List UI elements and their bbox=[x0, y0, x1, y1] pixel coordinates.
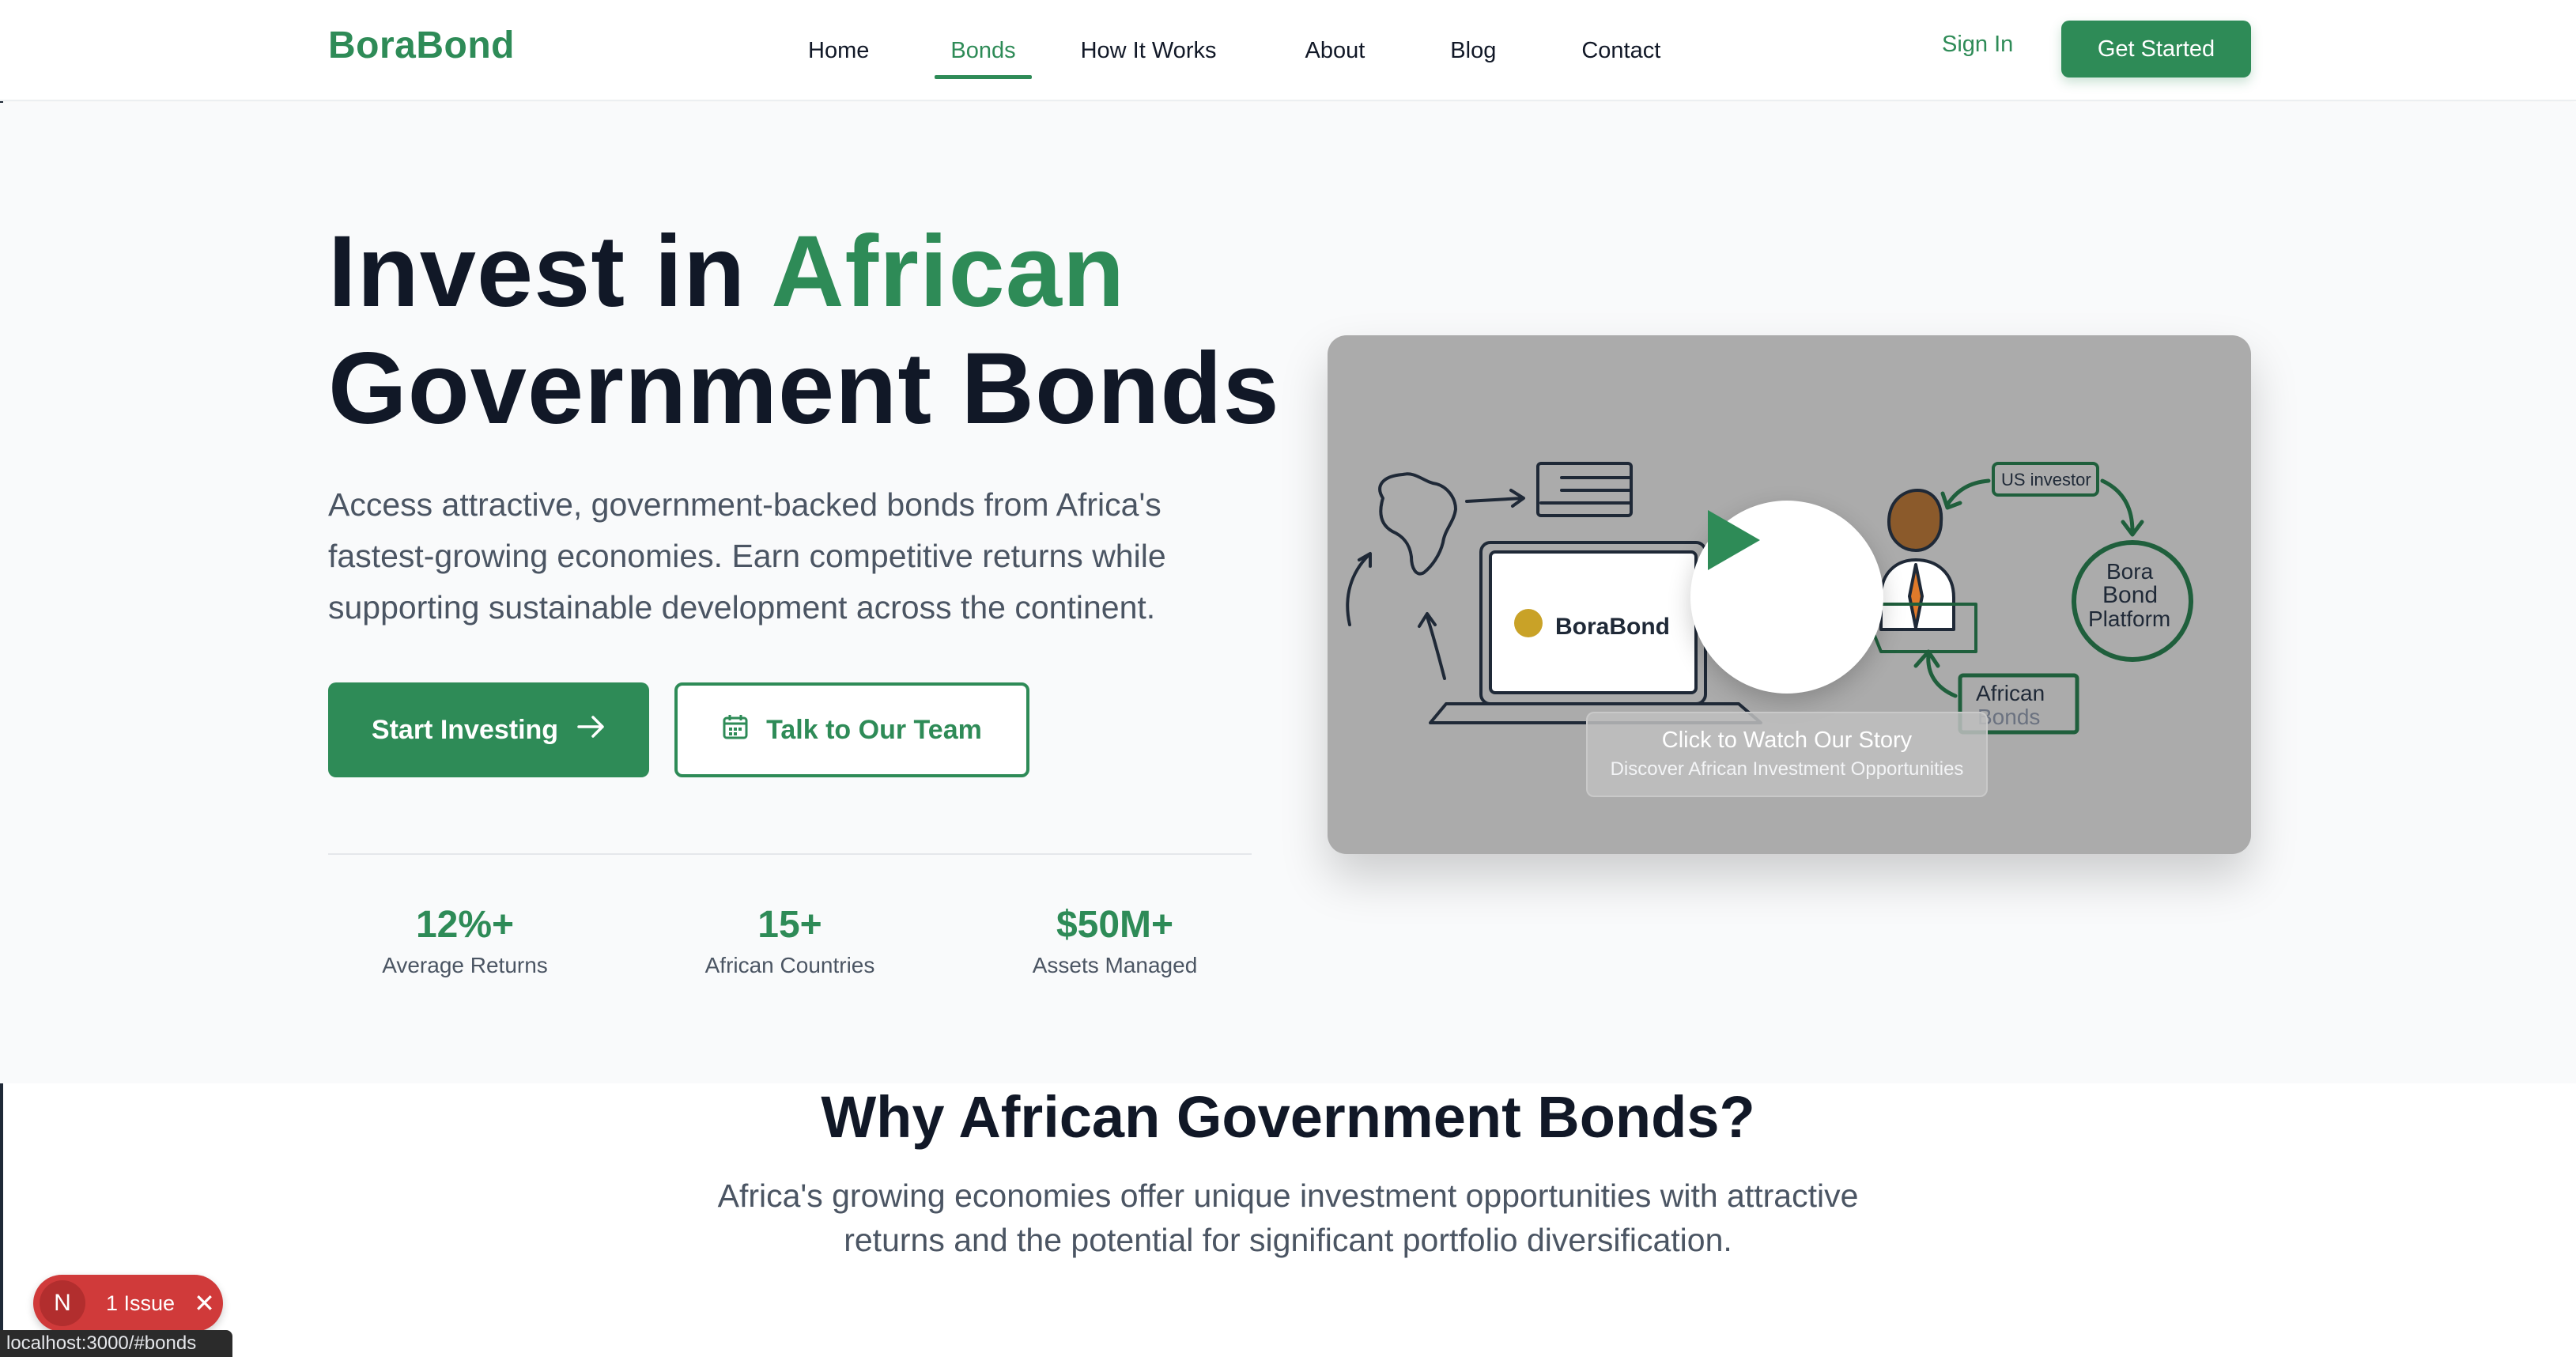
platform-line1-text: Bora bbox=[2106, 559, 2154, 584]
nextjs-logo-icon: N bbox=[40, 1280, 85, 1326]
stat-label: Average Returns bbox=[382, 953, 548, 977]
video-caption: Click to Watch Our Story Discover Africa… bbox=[1586, 712, 1988, 797]
get-started-button[interactable]: Get Started bbox=[2061, 21, 2251, 77]
nav-link-home[interactable]: Home bbox=[792, 0, 885, 101]
hero-section: Invest in African Government Bonds Acces… bbox=[0, 103, 2576, 1083]
stat-value: $50M+ bbox=[1056, 904, 1174, 946]
arrow-up-left-icon bbox=[1346, 552, 1372, 626]
stat-label: Assets Managed bbox=[1032, 953, 1198, 977]
nav-link-about[interactable]: About bbox=[1289, 0, 1381, 101]
arrow-right-icon bbox=[1465, 489, 1525, 508]
play-button[interactable] bbox=[1690, 501, 1883, 694]
dev-issues-badge[interactable]: N 1 Issue ✕ bbox=[33, 1275, 223, 1332]
african-bonds-line1-text: African bbox=[1976, 681, 2045, 705]
why-section-title: Why African Government Bonds? bbox=[821, 1084, 1755, 1150]
start-investing-label: Start Investing bbox=[371, 714, 559, 745]
top-navigation: BoraBond Home Bonds How It Works About B… bbox=[0, 0, 2576, 101]
platform-line3-text: Platform bbox=[2088, 607, 2170, 631]
stat-african-countries: 15+ African Countries bbox=[655, 903, 924, 978]
video-player[interactable]: BoraBond US investor Bora Bond Platform … bbox=[1328, 335, 2251, 854]
stat-value: 15+ bbox=[757, 904, 822, 946]
stat-assets-managed: $50M+ Assets Managed bbox=[980, 903, 1249, 978]
status-bar-url: localhost:3000/#bonds bbox=[0, 1330, 232, 1357]
nav-link-blog[interactable]: Blog bbox=[1434, 0, 1512, 101]
calendar-icon bbox=[722, 713, 749, 747]
issue-count-label: 1 Issue bbox=[106, 1291, 176, 1315]
us-investor-text: US investor bbox=[2001, 470, 2091, 490]
hero-title: Invest in African Government Bonds bbox=[328, 214, 1280, 448]
platform-line2-text: Bond bbox=[2102, 582, 2158, 608]
stat-value: 12%+ bbox=[415, 904, 515, 946]
caption-title: Click to Watch Our Story bbox=[1661, 728, 1913, 753]
sign-in-link[interactable]: Sign In bbox=[1942, 32, 2013, 58]
nav-link-how-it-works[interactable]: How It Works bbox=[1065, 0, 1233, 101]
stats-divider bbox=[328, 853, 1252, 855]
nav-link-contact[interactable]: Contact bbox=[1566, 0, 1676, 101]
stat-label: African Countries bbox=[704, 953, 875, 977]
talk-to-team-button[interactable]: Talk to Our Team bbox=[674, 682, 1029, 777]
hero-title-highlight: African bbox=[771, 215, 1126, 328]
laptop-brand-text: BoraBond bbox=[1555, 614, 1670, 640]
talk-to-team-label: Talk to Our Team bbox=[766, 714, 982, 745]
brand-logo[interactable]: BoraBond bbox=[328, 24, 515, 67]
why-section-text: Africa's growing economies offer unique … bbox=[717, 1177, 1859, 1258]
hero-description: Access attractive, government-backed bon… bbox=[328, 486, 1166, 626]
investor-avatar-icon bbox=[1887, 489, 1943, 552]
nav-link-bonds[interactable]: Bonds bbox=[935, 0, 1032, 101]
close-icon[interactable]: ✕ bbox=[194, 1288, 215, 1318]
start-investing-button[interactable]: Start Investing bbox=[328, 682, 649, 777]
caption-subtitle: Discover African Investment Opportunitie… bbox=[1610, 758, 1964, 780]
hero-title-part1: Invest in bbox=[328, 215, 772, 328]
arrow-right-icon bbox=[577, 715, 606, 746]
africa-map-icon bbox=[1378, 472, 1457, 576]
hero-title-line2: Government Bonds bbox=[328, 332, 1280, 445]
stat-average-returns: 12%+ Average Returns bbox=[330, 903, 599, 978]
arrow-up-icon bbox=[1418, 612, 1446, 680]
nav-links: Home Bonds How It Works About Blog Conta… bbox=[791, 0, 1676, 101]
